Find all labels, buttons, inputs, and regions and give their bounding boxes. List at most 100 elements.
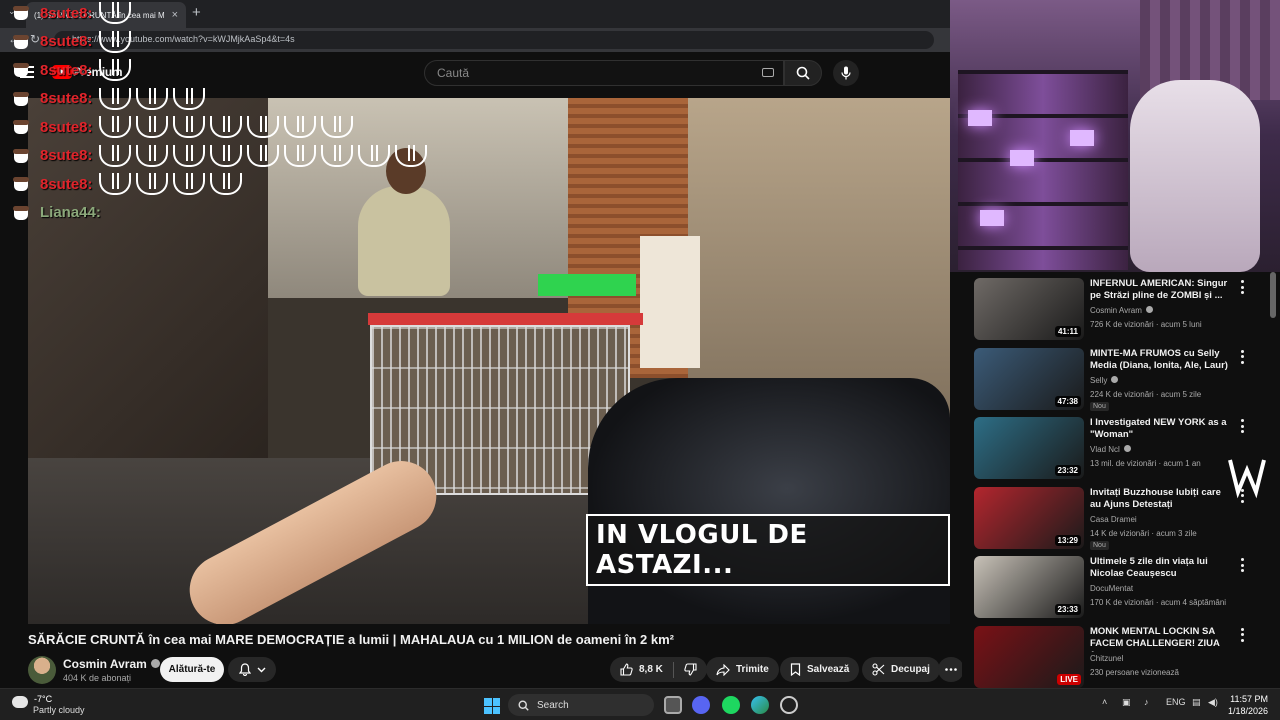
recommendation-item[interactable]: LIVE MONK MENTAL LOCKIN SA FACEM CHALLENG… [974,620,1274,688]
chat-message: 8sute8: [12,86,210,112]
more-horizontal-icon [945,668,957,671]
recommendation-channel[interactable]: Selly [1090,375,1119,385]
recommendation-thumbnail[interactable]: 23:33 [974,556,1084,618]
recommendation-title[interactable]: MINTE-MA FRUMOS cu Selly Media (Diana, I… [1090,348,1230,372]
tray-app-icon[interactable]: ▣ [1122,697,1131,708]
verified-icon [1123,445,1131,452]
chat-username: 8sute8: [40,90,93,107]
more-options-icon[interactable] [1236,627,1248,642]
recommendation-title[interactable]: INFERNUL AMERICAN: Singur pe Străzi plin… [1090,278,1230,302]
taskbar-search-label: Search [537,699,569,711]
verified-icon [1111,375,1119,383]
weather-temperature[interactable]: -7°C [34,694,52,704]
new-badge: Nou [1090,540,1109,550]
coffee-badge-icon [12,91,34,107]
obs-icon[interactable] [780,696,798,714]
weather-condition[interactable]: Partly cloudy [33,705,85,715]
more-actions-button[interactable] [938,657,964,682]
chat-overlay: 8sute8: 8sute8: 8sute8: 8sute8: 8sute8: 8sute… [12,0,472,221]
chat-username: 8sute8: [40,61,93,79]
coffee-badge-icon [12,5,34,21]
webcam-light [1010,150,1034,166]
recommendation-thumbnail[interactable]: LIVE [974,625,1084,688]
recommendation-channel-name: Selly [1090,375,1108,385]
recommendation-item[interactable]: 41:11 INFERNUL AMERICAN: Singur pe Străzi… [974,272,1274,340]
recommendation-item[interactable]: 23:33 Ultimele 5 zile din viața lui Nicol… [974,550,1274,618]
save-button[interactable]: Salvează [780,657,860,682]
microphone-tray-icon[interactable]: ♪ [1144,697,1149,707]
taskbar-search[interactable]: Search [508,694,654,716]
channel-name-row[interactable]: Cosmin Avram [63,657,160,671]
recommendation-thumbnail[interactable]: 13:29 [974,486,1084,549]
edge-browser-icon[interactable] [751,696,769,714]
discord-icon[interactable] [692,696,710,714]
recommendation-channel-name: DocuMentat [1090,584,1134,593]
recommendation-channel[interactable]: Chitzunel [1090,654,1123,663]
recommendation-channel[interactable]: DocuMentat [1090,584,1133,593]
recommendation-title[interactable]: Ultimele 5 zile din viața lui Nicolae Ce… [1090,556,1230,580]
recommendations-scrollbar[interactable] [1270,272,1276,318]
clip-button[interactable]: Decupaj [862,657,940,682]
bell-icon [238,663,251,676]
recommendation-thumbnail[interactable]: 41:11 [974,278,1084,340]
scene-red-counter [368,313,643,325]
clock-time: 11:57 PM [1230,694,1268,704]
volume-icon[interactable]: ◀) [1208,697,1218,708]
chat-emote-w-icon [135,173,168,195]
windows-taskbar: -7°C Partly cloudy Search ˄ ▣ ♪ ENG ▤ ◀)… [0,688,1280,720]
chat-emote-w-icon [98,2,131,24]
recommendation-thumbnail[interactable]: 23:32 [974,417,1084,479]
chat-emote-w-icon [98,87,131,110]
chat-emote-w-icon [394,144,427,167]
recommendation-title[interactable]: I Investigated NEW YORK as a "Woman" [1090,417,1230,441]
keyboard-language[interactable]: ENG [1166,697,1186,707]
video-caption: IN VLOGUL DE ASTAZI... [586,514,950,586]
chat-emote-w-icon [209,144,242,167]
scene-motorbike [588,378,950,624]
join-button[interactable]: Alătură-te [160,657,224,682]
video-duration: 13:29 [1054,534,1081,546]
thumbs-down-icon [684,663,697,676]
share-label: Trimite [736,664,769,675]
network-icon[interactable]: ▤ [1192,697,1201,708]
keyboard-icon[interactable] [762,68,774,77]
recommendation-channel[interactable]: Casa Dramei [1090,515,1137,524]
weather-icon[interactable] [10,692,28,708]
windows-start-icon[interactable] [484,698,500,714]
subscribe-bell-button[interactable] [228,657,276,682]
share-button[interactable]: Trimite [706,657,779,682]
chat-emote-w-icon [98,30,131,53]
recommendation-item[interactable]: 47:38 MINTE-MA FRUMOS cu Selly Media (Dia… [974,342,1274,411]
recommendation-channel[interactable]: Cosmin Avram [1090,306,1153,315]
system-clock[interactable]: 11:57 PM 1/18/2026 [1228,693,1268,717]
chat-message: 8sute8: [12,114,358,140]
recommendation-title[interactable]: MONK MENTAL LOCKIN SA FACEM CHALLENGER! … [1090,626,1230,652]
more-options-icon[interactable] [1236,419,1248,433]
search-icon [796,66,810,80]
recommendation-channel-name: Casa Dramei [1090,514,1137,524]
search-button[interactable] [784,60,822,86]
recommendation-channel[interactable]: Vlad Ncl [1090,445,1131,454]
channel-name[interactable]: Cosmin Avram [63,657,147,671]
voice-search-button[interactable] [833,60,859,86]
channel-avatar[interactable] [28,656,56,684]
spotify-icon[interactable] [722,696,740,714]
chevron-up-icon[interactable]: ˄ [1102,697,1107,707]
chat-emote-w-icon [98,116,131,138]
like-count: 8,8 K [639,664,663,675]
dislike-button[interactable] [674,657,707,682]
task-view-icon[interactable] [664,696,682,714]
recommendation-meta: 170 K de vizionări · acum 4 săptămâni [1090,598,1227,607]
search-input[interactable]: Caută [424,60,784,86]
like-button[interactable]: 8,8 K [610,657,673,682]
more-options-icon[interactable] [1236,349,1248,364]
recommendation-title[interactable]: Invitați Buzzhouse Iubiți care au Ajuns … [1090,487,1230,511]
more-options-icon[interactable] [1236,280,1248,294]
more-options-icon[interactable] [1236,558,1248,572]
recommendation-thumbnail[interactable]: 47:38 [974,347,1084,410]
video-duration: 41:11 [1054,326,1081,337]
microphone-icon [841,66,851,80]
thumbs-up-icon [620,663,633,676]
clock-date: 1/18/2026 [1228,706,1269,716]
chat-emote-w-icon [320,144,353,167]
